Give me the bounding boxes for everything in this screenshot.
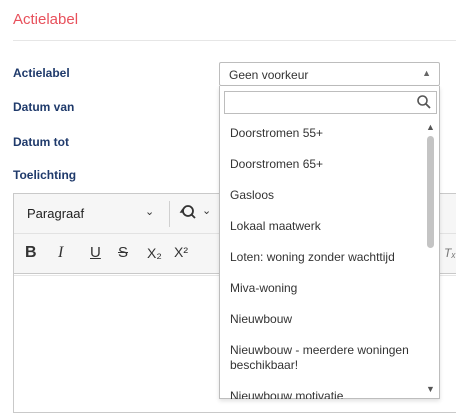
bold-icon[interactable]: B: [25, 244, 37, 262]
dropdown-option[interactable]: Gasloos: [220, 180, 425, 211]
section-title: Actielabel: [13, 11, 79, 28]
chevron-down-icon[interactable]: ⌄: [202, 204, 211, 217]
dropdown-option[interactable]: Nieuwbouw motivatie: [220, 381, 425, 399]
dropdown-option[interactable]: Loten: woning zonder wachttijd: [220, 242, 425, 273]
strikethrough-icon[interactable]: S: [118, 244, 128, 261]
datum-tot-label: Datum tot: [13, 135, 69, 149]
format-select[interactable]: Paragraaf: [27, 206, 84, 221]
dropdown-options-list: Doorstromen 55+ Doorstromen 65+ Gasloos …: [220, 118, 425, 399]
section-divider: [13, 40, 456, 41]
actielabel-select-value: Geen voorkeur: [229, 68, 309, 82]
find-replace-icon[interactable]: [179, 203, 197, 225]
dropdown-option[interactable]: Doorstromen 65+: [220, 149, 425, 180]
toolbar-divider: [169, 201, 170, 227]
scroll-down-icon[interactable]: ▼: [426, 384, 435, 394]
dropdown-option[interactable]: Nieuwbouw: [220, 304, 425, 335]
scroll-up-icon[interactable]: ▲: [426, 122, 435, 132]
chevron-down-icon[interactable]: ⌄: [145, 205, 154, 218]
dropdown-option[interactable]: Nieuwbouw - meerdere woningen beschikbaa…: [220, 335, 425, 381]
superscript-icon[interactable]: X²: [174, 244, 188, 260]
clear-format-icon[interactable]: Tₓ: [444, 246, 456, 260]
actielabel-label: Actielabel: [13, 66, 70, 80]
scrollbar-thumb[interactable]: [427, 136, 434, 248]
dropdown-scrollbar[interactable]: ▲ ▼: [425, 122, 437, 394]
actielabel-select[interactable]: Geen voorkeur ▲: [219, 62, 440, 86]
dropdown-option[interactable]: Miva-woning: [220, 273, 425, 304]
dropdown-search: [224, 91, 437, 114]
dropdown-search-input[interactable]: [225, 92, 415, 113]
subscript-icon[interactable]: X₂: [147, 245, 162, 261]
actielabel-dropdown: Doorstromen 55+ Doorstromen 65+ Gasloos …: [219, 86, 440, 399]
dropdown-option[interactable]: Doorstromen 55+: [220, 118, 425, 149]
search-icon: [417, 95, 431, 109]
arrow-up-icon: ▲: [422, 68, 431, 78]
toelichting-label: Toelichting: [13, 168, 77, 182]
underline-icon[interactable]: U: [90, 244, 101, 261]
dropdown-option[interactable]: Lokaal maatwerk: [220, 211, 425, 242]
datum-van-label: Datum van: [13, 100, 75, 114]
italic-icon[interactable]: I: [58, 244, 63, 262]
